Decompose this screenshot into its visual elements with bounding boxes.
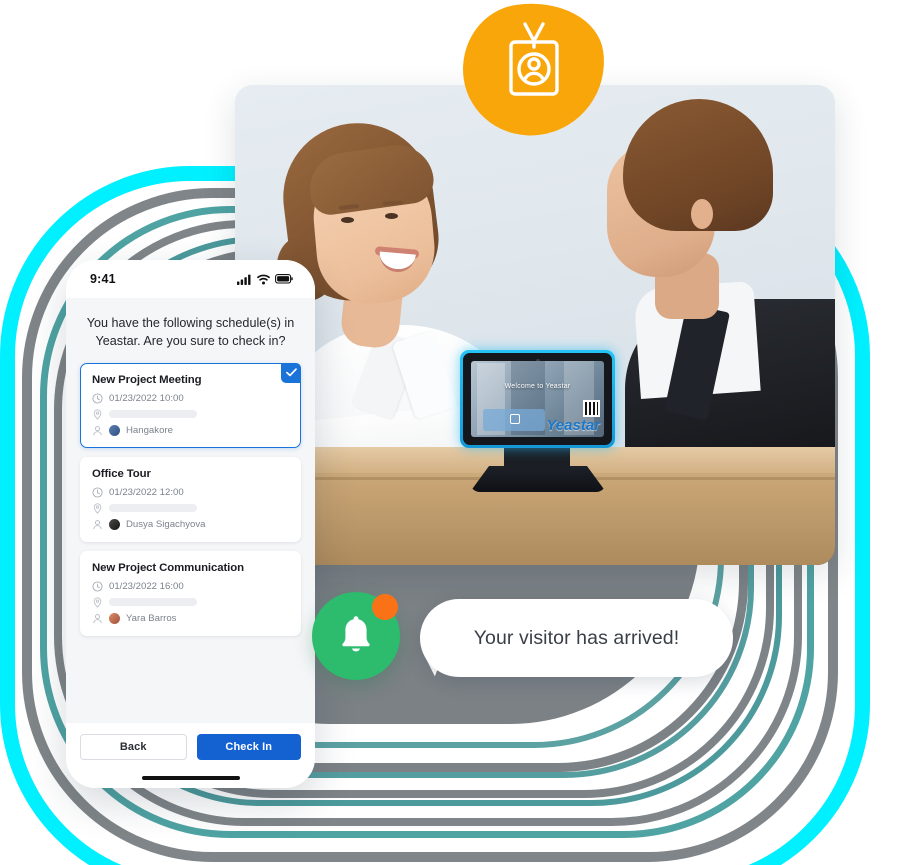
host-avatar	[109, 518, 120, 530]
receptionist-eye-right	[385, 213, 398, 219]
schedule-card[interactable]: New Project Meeting 01/23/2022 10:00 Han…	[80, 362, 301, 448]
schedule-list: New Project Meeting 01/23/2022 10:00 Han…	[66, 362, 315, 636]
id-badge-icon	[509, 22, 559, 96]
mobile-app-mockup: 9:41 You have the following schedule(s) …	[66, 260, 315, 788]
bell-icon	[342, 616, 370, 652]
kiosk-qr-code-icon	[583, 400, 600, 417]
visitor-arrival-notification: Your visitor has arrived!	[312, 592, 737, 688]
back-button[interactable]: Back	[80, 734, 187, 760]
kiosk-glow-frame: Welcome to Yeastar Yeastar	[460, 350, 615, 448]
check-icon	[285, 368, 297, 377]
schedule-location-placeholder	[109, 410, 197, 418]
person-icon	[93, 425, 102, 435]
schedule-title: New Project Communication	[92, 561, 244, 574]
location-pin-icon	[93, 502, 102, 514]
checkin-prompt-text: You have the following schedule(s) in Ye…	[86, 316, 295, 349]
home-indicator[interactable]	[66, 768, 315, 788]
check-in-button[interactable]: Check In	[196, 734, 301, 760]
reception-photo: Welcome to Yeastar Yeastar	[235, 85, 835, 565]
person-icon	[93, 613, 102, 623]
schedule-location-row	[92, 596, 289, 608]
phone-screen: You have the following schedule(s) in Ye…	[66, 298, 315, 788]
schedule-datetime: 01/23/2022 16:00	[109, 580, 184, 592]
clock-icon	[92, 392, 103, 404]
notification-unread-dot	[372, 594, 398, 620]
phone-status-bar: 9:41	[66, 260, 315, 298]
notification-bubble: Your visitor has arrived!	[420, 599, 733, 677]
schedule-title: Office Tour	[92, 467, 151, 480]
schedule-location-placeholder	[109, 598, 197, 606]
checkin-kiosk-tablet: Welcome to Yeastar Yeastar	[460, 350, 615, 492]
action-button-bar: Back Check In	[66, 723, 315, 768]
visitor-ear	[691, 199, 713, 229]
schedule-title: New Project Meeting	[92, 373, 202, 386]
schedule-host: Hangakore	[126, 424, 173, 436]
battery-icon	[275, 274, 293, 284]
schedule-location-row	[92, 502, 289, 514]
id-badge-blob	[454, 0, 614, 145]
schedule-host: Yara Barros	[126, 612, 177, 624]
hero-illustration: Welcome to Yeastar Yeastar 9:41 You have…	[0, 0, 923, 865]
location-pin-icon	[93, 408, 102, 420]
host-avatar	[109, 424, 120, 436]
receptionist-eye-left	[341, 217, 354, 223]
schedule-card[interactable]: New Project Communication 01/23/2022 16:…	[80, 550, 301, 636]
kiosk-logo: Yeastar	[546, 417, 600, 434]
schedule-card[interactable]: Office Tour 01/23/2022 12:00 Dusya Sigac…	[80, 456, 301, 542]
kiosk-checkin-button	[483, 409, 545, 431]
schedule-datetime: 01/23/2022 12:00	[109, 486, 184, 498]
wifi-icon	[257, 274, 270, 284]
clock-icon	[92, 486, 103, 498]
host-avatar	[109, 612, 120, 624]
schedule-host-row: Yara Barros	[92, 612, 289, 624]
kiosk-welcome-text: Welcome to Yeastar	[504, 383, 571, 390]
kiosk-bezel: Welcome to Yeastar Yeastar	[463, 353, 612, 445]
selected-checkmark-icon[interactable]	[281, 362, 301, 383]
schedule-host: Dusya Sigachyova	[126, 518, 206, 530]
kiosk-screen: Welcome to Yeastar Yeastar	[471, 361, 604, 437]
clock-icon	[92, 580, 103, 592]
schedule-time-row: 01/23/2022 12:00	[92, 487, 289, 498]
status-bar-icons	[237, 274, 293, 285]
notification-message: Your visitor has arrived!	[473, 626, 680, 649]
location-pin-icon	[93, 596, 102, 608]
schedule-location-placeholder	[109, 504, 197, 512]
schedule-host-row: Hangakore	[92, 424, 289, 436]
schedule-location-row	[92, 408, 289, 420]
kiosk-stem	[504, 446, 570, 472]
cellular-signal-icon	[237, 274, 251, 285]
schedule-datetime: 01/23/2022 10:00	[109, 392, 184, 404]
status-bar-time: 9:41	[90, 272, 116, 286]
schedule-time-row: 01/23/2022 10:00	[92, 393, 289, 404]
person-icon	[93, 519, 102, 529]
schedule-host-row: Dusya Sigachyova	[92, 518, 289, 530]
schedule-time-row: 01/23/2022 16:00	[92, 581, 289, 592]
